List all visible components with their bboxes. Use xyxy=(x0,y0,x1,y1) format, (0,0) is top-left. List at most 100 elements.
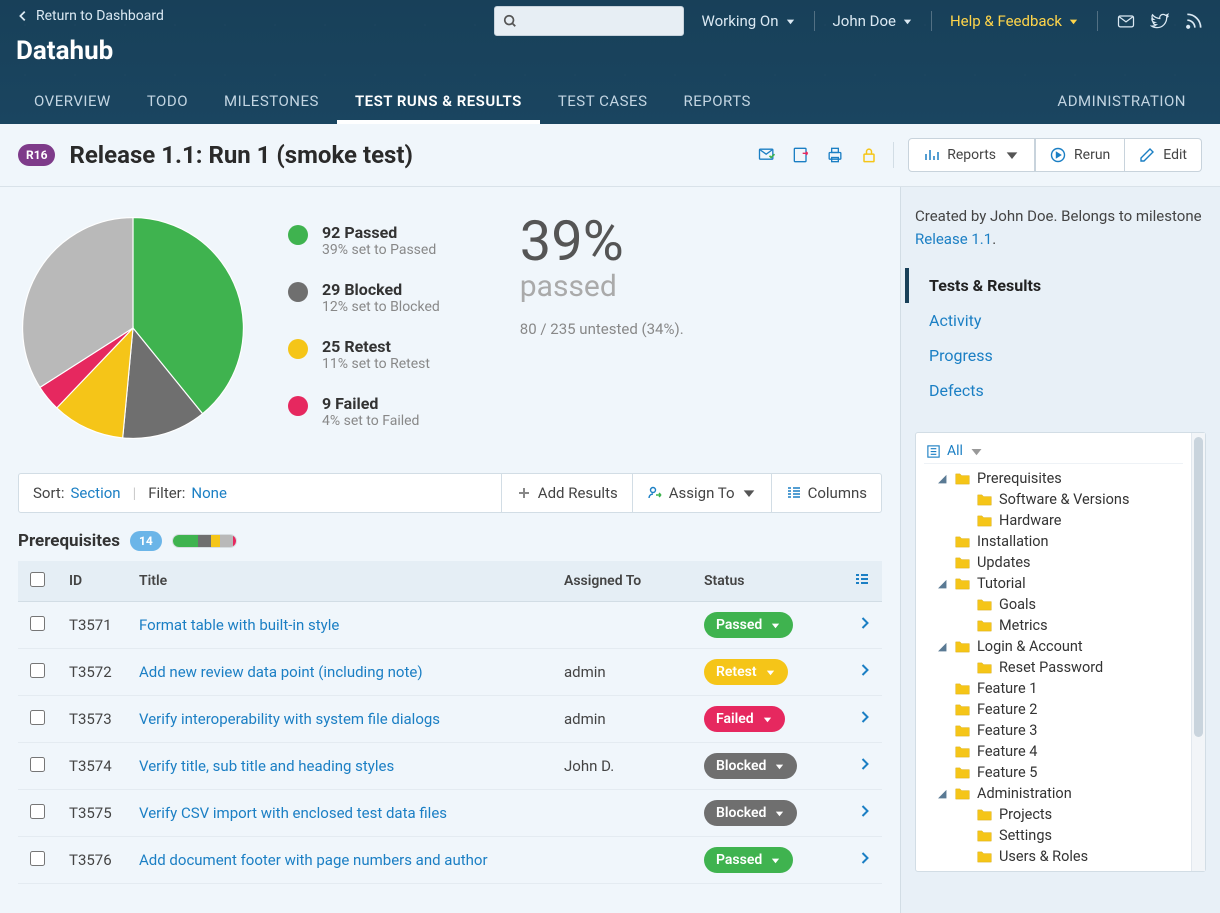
tree-item[interactable]: Metrics xyxy=(924,615,1183,636)
folder-icon xyxy=(954,577,971,591)
row-title-link[interactable]: Add new review data point (including not… xyxy=(139,663,423,681)
row-title-link[interactable]: Add document footer with page numbers an… xyxy=(139,851,488,869)
reports-button[interactable]: Reports xyxy=(908,138,1035,172)
search-input[interactable] xyxy=(494,6,684,36)
tree-toggle-icon[interactable]: ◢ xyxy=(938,472,948,485)
table-row: T3575 Verify CSV import with enclosed te… xyxy=(18,790,882,837)
legend-retest: 25 Retest11% set to Retest xyxy=(288,337,440,372)
col-status[interactable]: Status xyxy=(692,561,842,602)
sort-value[interactable]: Section xyxy=(70,484,120,502)
row-title-link[interactable]: Format table with built-in style xyxy=(139,616,339,634)
status-pill[interactable]: Blocked xyxy=(704,800,797,826)
twitter-icon[interactable] xyxy=(1150,11,1170,31)
chevron-down-icon xyxy=(902,16,913,27)
tree-item[interactable]: Hardware xyxy=(924,510,1183,531)
tree-item[interactable]: Settings xyxy=(924,825,1183,846)
tree-item[interactable]: Feature 5 xyxy=(924,762,1183,783)
status-pill[interactable]: Blocked xyxy=(704,753,797,779)
row-expand[interactable] xyxy=(842,743,882,790)
row-checkbox[interactable] xyxy=(30,851,45,866)
filter-value[interactable]: None xyxy=(191,484,227,502)
sort-filter-cell[interactable]: Sort: Section | Filter: None xyxy=(19,474,502,512)
tree-item[interactable]: Users & Roles xyxy=(924,846,1183,867)
rss-icon[interactable] xyxy=(1184,11,1204,31)
add-results-button[interactable]: Add Results xyxy=(502,474,633,512)
tab-test-runs[interactable]: TEST RUNS & RESULTS xyxy=(337,78,540,124)
tree-item[interactable]: Feature 1 xyxy=(924,678,1183,699)
row-expand[interactable] xyxy=(842,837,882,884)
status-pill[interactable]: Passed xyxy=(704,847,793,873)
tree-item[interactable]: ◢Administration xyxy=(924,783,1183,804)
tab-overview[interactable]: OVERVIEW xyxy=(16,78,129,124)
col-assigned[interactable]: Assigned To xyxy=(552,561,692,602)
tree-header[interactable]: All xyxy=(924,439,1183,464)
row-title-link[interactable]: Verify interoperability with system file… xyxy=(139,710,440,728)
tab-test-cases[interactable]: TEST CASES xyxy=(540,78,666,124)
row-checkbox[interactable] xyxy=(30,663,45,678)
tree-item[interactable]: Projects xyxy=(924,804,1183,825)
user-dropdown[interactable]: John Doe xyxy=(833,12,913,30)
tree-item[interactable]: ◢Login & Account xyxy=(924,636,1183,657)
tree-item[interactable]: Reset Password xyxy=(924,657,1183,678)
working-on-dropdown[interactable]: Working On xyxy=(702,12,796,30)
select-all-checkbox[interactable] xyxy=(30,572,45,587)
export-icon[interactable] xyxy=(791,145,811,165)
col-title[interactable]: Title xyxy=(127,561,552,602)
help-dropdown[interactable]: Help & Feedback xyxy=(950,12,1079,30)
columns-button[interactable]: Columns xyxy=(772,474,881,512)
tree-scrollbar[interactable] xyxy=(1191,433,1205,871)
row-checkbox[interactable] xyxy=(30,616,45,631)
side-progress[interactable]: Progress xyxy=(919,338,1206,373)
tree-item[interactable]: ◢Prerequisites xyxy=(924,468,1183,489)
return-dashboard-link[interactable]: Return to Dashboard xyxy=(16,8,164,24)
row-title-link[interactable]: Verify title, sub title and heading styl… xyxy=(139,757,394,775)
print-icon[interactable] xyxy=(825,145,845,165)
tab-todo[interactable]: TODO xyxy=(129,78,206,124)
side-activity[interactable]: Activity xyxy=(919,303,1206,338)
milestone-link[interactable]: Release 1.1 xyxy=(915,230,992,248)
tab-milestones[interactable]: MILESTONES xyxy=(206,78,337,124)
tree-item[interactable]: Feature 4 xyxy=(924,741,1183,762)
tab-reports[interactable]: REPORTS xyxy=(665,78,768,124)
tree-toggle-icon[interactable]: ◢ xyxy=(938,640,948,653)
tree-item[interactable]: Feature 3 xyxy=(924,720,1183,741)
percent-sub: 80 / 235 untested (34%). xyxy=(520,320,684,338)
tree-item[interactable]: Updates xyxy=(924,552,1183,573)
side-defects[interactable]: Defects xyxy=(919,373,1206,408)
tree-item[interactable]: Installation xyxy=(924,531,1183,552)
row-checkbox[interactable] xyxy=(30,757,45,772)
page-title: Release 1.1: Run 1 (smoke test) xyxy=(69,141,412,169)
row-expand[interactable] xyxy=(842,696,882,743)
tree-item[interactable]: Feature 2 xyxy=(924,699,1183,720)
rerun-button[interactable]: Rerun xyxy=(1035,138,1125,172)
row-expand[interactable] xyxy=(842,649,882,696)
status-pill[interactable]: Failed xyxy=(704,706,785,732)
tree-item[interactable]: Goals xyxy=(924,594,1183,615)
folder-icon xyxy=(954,724,971,738)
side-tests-results[interactable]: Tests & Results xyxy=(905,268,1206,303)
col-view-options[interactable] xyxy=(842,561,882,602)
row-expand[interactable] xyxy=(842,790,882,837)
row-checkbox[interactable] xyxy=(30,804,45,819)
folder-icon xyxy=(976,850,993,864)
row-expand[interactable] xyxy=(842,602,882,649)
tab-administration[interactable]: ADMINISTRATION xyxy=(1039,78,1204,124)
tree-item[interactable]: ◢Tutorial xyxy=(924,573,1183,594)
subscribe-icon[interactable] xyxy=(757,145,777,165)
status-pill[interactable]: Retest xyxy=(704,659,788,685)
assign-to-button[interactable]: Assign To xyxy=(633,474,772,512)
mail-icon[interactable] xyxy=(1116,11,1136,31)
col-id[interactable]: ID xyxy=(57,561,127,602)
lock-icon[interactable] xyxy=(859,145,879,165)
status-pill[interactable]: Passed xyxy=(704,612,793,638)
dot-icon xyxy=(288,339,308,359)
edit-button[interactable]: Edit xyxy=(1125,138,1202,172)
row-checkbox[interactable] xyxy=(30,710,45,725)
tree-label: Feature 4 xyxy=(977,743,1037,760)
scrollbar-thumb[interactable] xyxy=(1194,437,1203,737)
assign-to-label: Assign To xyxy=(669,484,735,502)
tree-toggle-icon[interactable]: ◢ xyxy=(938,577,948,590)
row-title-link[interactable]: Verify CSV import with enclosed test dat… xyxy=(139,804,447,822)
tree-toggle-icon[interactable]: ◢ xyxy=(938,787,948,800)
tree-item[interactable]: Software & Versions xyxy=(924,489,1183,510)
